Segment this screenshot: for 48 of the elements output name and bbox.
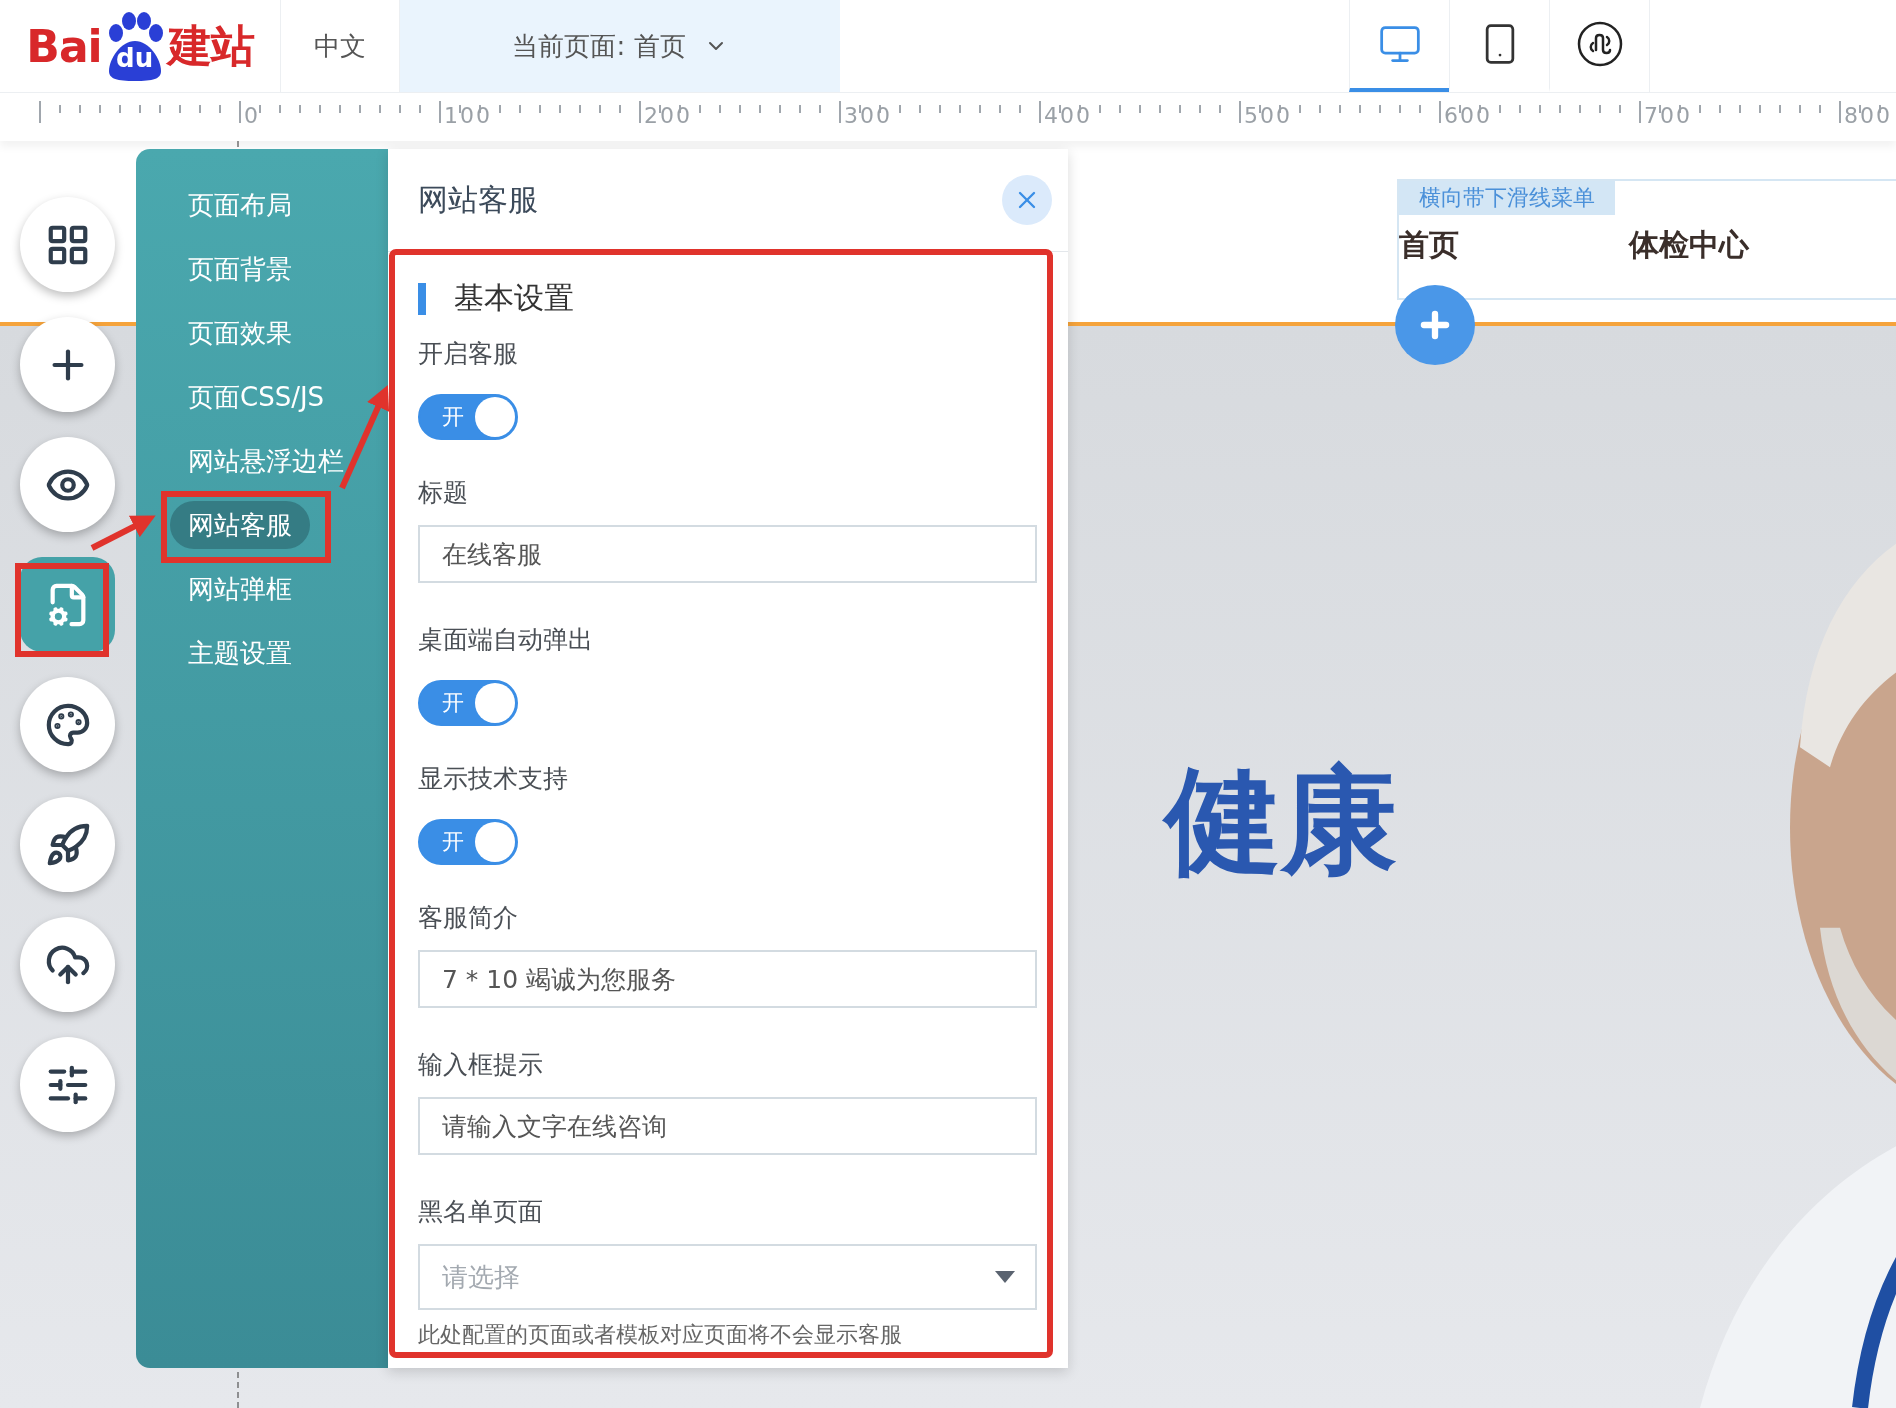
annotation-arrow bbox=[90, 515, 156, 551]
menu-item[interactable]: 页面CSS/JS bbox=[170, 373, 343, 421]
ruler-label: 800 bbox=[1844, 103, 1893, 128]
menu-item[interactable]: 网站弹框 bbox=[170, 565, 310, 613]
field-label: 开启客服 bbox=[418, 338, 518, 370]
menu-item[interactable]: 主题设置 bbox=[170, 629, 310, 677]
field-label: 标题 bbox=[418, 477, 468, 509]
ruler-label: 500 bbox=[1244, 103, 1293, 128]
hint-text: 此处配置的页面或者模板对应页面将不会显示客服 bbox=[418, 1321, 903, 1349]
select-field[interactable]: 请选择 bbox=[418, 1244, 1037, 1310]
toggle-switch[interactable]: 开 bbox=[418, 394, 518, 440]
dropdown-caret-icon bbox=[995, 1271, 1015, 1283]
text-field[interactable]: 7 * 10 竭诚为您服务 bbox=[418, 950, 1037, 1008]
menu-item[interactable]: 页面效果 bbox=[170, 309, 310, 357]
logo-text: 建站 bbox=[167, 18, 254, 73]
field-label: 客服简介 bbox=[418, 902, 518, 934]
toggle-switch[interactable]: 开 bbox=[418, 680, 518, 726]
ruler-label: 300 bbox=[844, 103, 893, 128]
ruler-label: 400 bbox=[1044, 103, 1093, 128]
link-circle-icon bbox=[1575, 20, 1624, 68]
section-title: 基本设置 bbox=[454, 279, 574, 317]
logo-text: Bai bbox=[26, 20, 102, 72]
toggle-switch[interactable]: 开 bbox=[418, 819, 518, 865]
text-field[interactable]: 请输入文字在线咨询 bbox=[418, 1097, 1037, 1155]
logo-text: du bbox=[116, 43, 154, 73]
section-marker bbox=[418, 282, 426, 315]
menu-widget[interactable]: 横向带下滑线菜单 首页 体检中心 bbox=[1397, 179, 1896, 300]
ruler-label: 100 bbox=[444, 103, 493, 128]
ruler-label: 200 bbox=[644, 103, 693, 128]
menu-item[interactable]: 页面布局 bbox=[170, 181, 310, 229]
field-label: 桌面端自动弹出 bbox=[418, 624, 593, 656]
nav-item[interactable]: 首页 bbox=[1399, 225, 1629, 266]
ruler-label: 0 bbox=[244, 103, 261, 128]
nav-item[interactable]: 体检中心 bbox=[1629, 225, 1859, 266]
widget-tag: 横向带下滑线菜单 bbox=[1399, 181, 1615, 215]
palette-icon bbox=[44, 701, 91, 748]
field-label: 输入框提示 bbox=[418, 1049, 543, 1081]
menu-item[interactable]: 网站悬浮边栏 bbox=[170, 437, 362, 485]
page-selector[interactable]: 当前页面: 首页 bbox=[400, 0, 840, 92]
dialog-title: 网站客服 bbox=[418, 180, 538, 219]
field-label: 黑名单页面 bbox=[418, 1196, 543, 1228]
close-button[interactable] bbox=[1002, 175, 1052, 225]
text-field[interactable]: 在线客服 bbox=[418, 525, 1037, 583]
ruler-label: 600 bbox=[1444, 103, 1493, 128]
menu-item[interactable]: 页面背景 bbox=[170, 245, 310, 293]
ruler-label: 700 bbox=[1644, 103, 1693, 128]
menu-item[interactable]: 网站客服 bbox=[170, 501, 310, 549]
field-label: 显示技术支持 bbox=[418, 763, 568, 795]
